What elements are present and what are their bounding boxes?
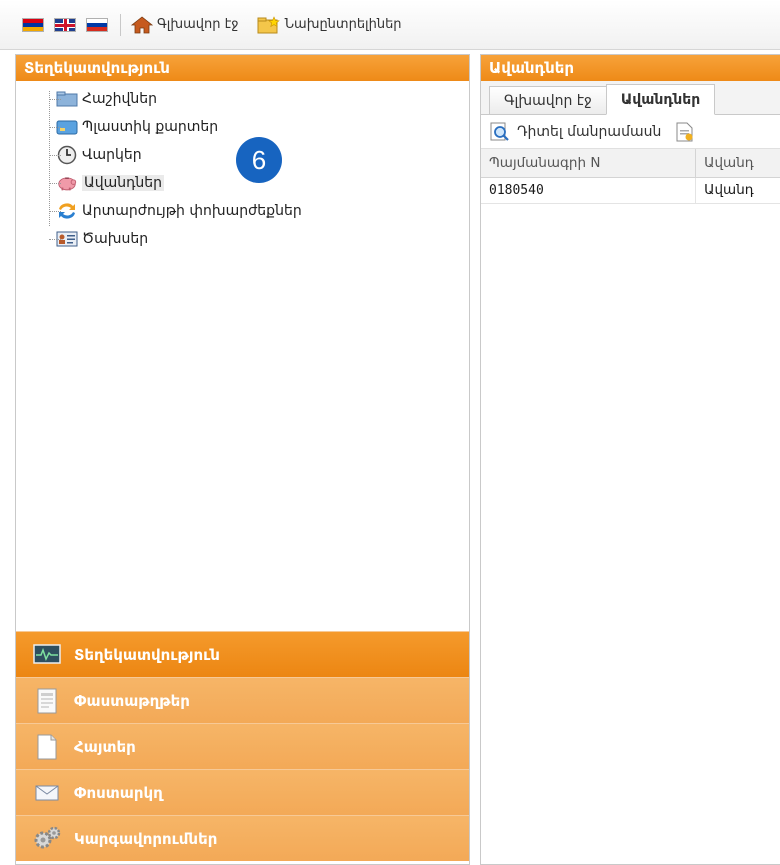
flag-uk-icon[interactable] — [54, 17, 76, 32]
accordion-label: Փաստաթղթեր — [74, 691, 190, 710]
column-header-deposit[interactable]: Ավանդ — [695, 149, 780, 178]
page-icon — [32, 734, 62, 760]
accordion-label: Հայտեր — [74, 737, 136, 756]
exchange-icon — [56, 202, 78, 220]
flag-russia-icon[interactable] — [86, 17, 108, 32]
tree-item-label: Վարկեր — [82, 147, 142, 163]
tree-item-exchange-rates[interactable]: Արտարժույթի փոխարժեքներ — [49, 197, 469, 225]
deposits-table: Պայմանագրի N Ավանդ 0180540 Ավանդ — [481, 149, 780, 204]
folder-icon — [56, 90, 78, 108]
flag-armenia-icon[interactable] — [22, 17, 44, 32]
favorites-folder-icon — [257, 15, 280, 33]
magnifier-document-icon — [490, 122, 509, 141]
gears-icon — [32, 826, 62, 852]
tree-item-accounts[interactable]: Հաշիվներ — [49, 85, 469, 113]
table-header-row: Պայմանագրի N Ավանդ — [481, 149, 780, 178]
favorites-label: Նախընտրելիներ — [284, 17, 402, 32]
home-button[interactable]: Գլխավոր էջ — [131, 15, 239, 34]
accordion-mailbox[interactable]: Փոստարկղ — [16, 769, 469, 815]
accordion-label: Փոստարկղ — [74, 783, 163, 802]
column-header-contract-number[interactable]: Պայմանագրի N — [481, 149, 697, 178]
action-bar: Դիտել մանրամասն — [481, 115, 780, 149]
top-toolbar: Գլխավոր էջ Նախընտրելիներ — [0, 0, 780, 50]
deposits-panel: Ավանդներ Գլխավոր էջ Ավանդներ Դիտել մանրա… — [480, 54, 780, 865]
info-panel-header: Տեղեկատվություն — [16, 55, 469, 81]
document-action-button[interactable] — [675, 122, 701, 142]
tree-connector — [49, 91, 50, 226]
accordion-requests[interactable]: Հայտեր — [16, 723, 469, 769]
accordion-info[interactable]: Տեղեկատվություն — [16, 631, 469, 677]
accordion-settings[interactable]: Կարգավորումներ — [16, 815, 469, 861]
tree-item-label: Ավանդներ — [82, 175, 165, 191]
document-icon — [32, 688, 62, 714]
clock-icon — [56, 145, 78, 165]
table-row[interactable]: 0180540 Ավանդ — [481, 177, 780, 204]
view-details-label: Դիտել մանրամասն — [517, 123, 662, 140]
tab-deposits[interactable]: Ավանդներ — [605, 84, 716, 115]
step-callout-badge: 6 — [236, 137, 282, 183]
tree-item-label: Ծախսեր — [82, 231, 149, 247]
info-panel: Տեղեկատվություն Հաշիվներ Պլաստիկ քարտեր … — [15, 54, 470, 865]
table-cell-deposit: Ավանդ — [695, 177, 780, 204]
tree-item-label: Արտարժույթի փոխարժեքներ — [82, 203, 302, 219]
tab-bar: Գլխավոր էջ Ավանդներ — [481, 81, 780, 115]
tab-home[interactable]: Գլխավոր էջ — [489, 86, 607, 114]
tree-item-expenses[interactable]: Ծախսեր — [49, 225, 469, 253]
home-icon — [131, 15, 153, 33]
toolbar-divider — [120, 13, 121, 36]
accordion-label: Տեղեկատվություն — [74, 645, 220, 664]
navigation-accordion: Տեղեկատվություն Փաստաթղթեր Հայտեր Փոստար… — [16, 631, 469, 861]
accordion-label: Կարգավորումներ — [74, 829, 218, 848]
card-icon — [56, 118, 78, 136]
home-label: Գլխավոր էջ — [157, 17, 239, 32]
tree-item-label: Պլաստիկ քարտեր — [82, 119, 219, 135]
deposits-panel-header: Ավանդներ — [481, 55, 780, 81]
envelope-icon — [32, 780, 62, 806]
report-icon — [676, 122, 693, 141]
accordion-documents[interactable]: Փաստաթղթեր — [16, 677, 469, 723]
monitor-icon — [32, 642, 62, 668]
piggy-bank-icon — [56, 174, 78, 192]
contact-card-icon — [56, 230, 78, 248]
view-details-button[interactable]: Դիտել մանրամասն — [489, 122, 661, 142]
favorites-button[interactable]: Նախընտրելիներ — [257, 15, 402, 35]
tree-item-label: Հաշիվներ — [82, 91, 158, 107]
table-cell-contract-number: 0180540 — [481, 177, 697, 204]
